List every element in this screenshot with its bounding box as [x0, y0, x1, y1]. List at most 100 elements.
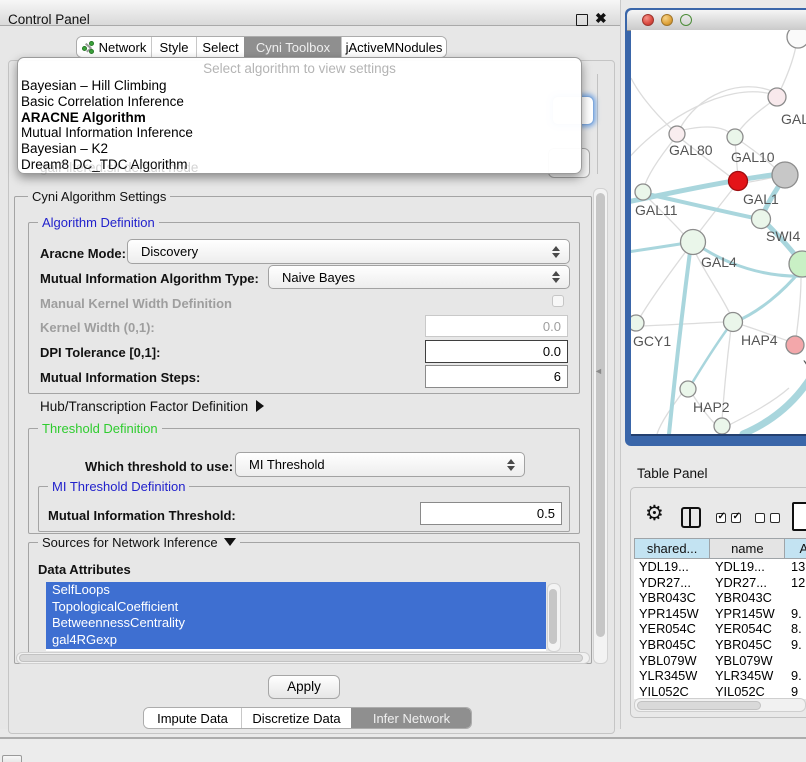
- close-traffic-light-icon[interactable]: [642, 14, 654, 26]
- gear-icon[interactable]: ⚙: [645, 503, 664, 524]
- table-panel-title: Table Panel: [637, 466, 708, 481]
- attributes-scrollbar-thumb[interactable]: [549, 589, 557, 644]
- table-row[interactable]: YIL052CYIL052C9: [634, 684, 806, 699]
- mi-type-label: Mutual Information Algorithm Type:: [40, 271, 259, 286]
- hide-columns-button[interactable]: [755, 513, 780, 523]
- minimize-traffic-light-icon[interactable]: [661, 14, 673, 26]
- network-node[interactable]: [772, 162, 798, 188]
- bottom-tab-infer-network[interactable]: Infer Network: [351, 708, 471, 728]
- control-panel-titlebar[interactable]: [0, 0, 620, 26]
- table-cell: YBR043C: [634, 590, 710, 606]
- network-canvas[interactable]: GALGAL80GAL10GAL1GAL11SWI4GAL4GCY1HAP4YH…: [631, 30, 806, 434]
- manual-kernel-checkbox[interactable]: [552, 295, 564, 307]
- control-panel-tabs: NetworkStyle Select Cyni ToolboxjActiveMNo…: [76, 36, 447, 58]
- table-cell: YER054C: [634, 621, 710, 637]
- table-row[interactable]: YBL079WYBL079W: [634, 653, 806, 669]
- dropdown-placeholder: Select algorithm to view settings: [18, 61, 581, 76]
- tab-style[interactable]: Style: [151, 37, 196, 57]
- tab-jactivemnodules[interactable]: jActiveMNodules: [341, 37, 446, 57]
- unchecked-box-icon: [755, 513, 765, 523]
- threshold-definition-title: Threshold Definition: [38, 421, 162, 436]
- document-icon[interactable]: [792, 502, 806, 531]
- tab-label: Discretize Data: [252, 711, 340, 726]
- attribute-list-item[interactable]: SelfLoops: [46, 582, 546, 599]
- network-node-gal4[interactable]: [681, 230, 706, 255]
- algorithm-dropdown-popup: Select algorithm to view settings Bayesi…: [17, 57, 582, 174]
- table-row[interactable]: YBR043CYBR043C: [634, 590, 806, 606]
- tab-label: Select: [202, 40, 238, 55]
- tab-cyni-toolbox[interactable]: Cyni Toolbox: [244, 37, 341, 57]
- mi-steps-field[interactable]: 6: [425, 365, 568, 388]
- table-horizontal-scrollbar[interactable]: [634, 698, 806, 712]
- dpi-tolerance-field[interactable]: 0.0: [425, 340, 568, 363]
- tab-network[interactable]: Network: [77, 37, 151, 57]
- column-header-a[interactable]: A: [785, 539, 806, 558]
- algorithm-option[interactable]: Bayesian – Hill Climbing: [21, 78, 571, 94]
- bottom-tab-impute-data[interactable]: Impute Data: [144, 708, 241, 728]
- aracne-mode-value: Discovery: [128, 244, 198, 259]
- settings-scrollbar-thumb[interactable]: [596, 193, 605, 637]
- table-cell: YBL079W: [634, 653, 710, 669]
- which-threshold-value: MI Threshold: [236, 457, 325, 472]
- table-scrollbar-thumb[interactable]: [637, 701, 761, 710]
- table-row[interactable]: YPR145WYPR145W9.: [634, 606, 806, 622]
- split-columns-icon[interactable]: [681, 507, 701, 528]
- table-row[interactable]: YLR345WYLR345W9.: [634, 668, 806, 684]
- network-node-hap4[interactable]: [724, 313, 743, 332]
- network-node-label: GAL4: [701, 254, 737, 270]
- network-node-gcy1[interactable]: [631, 315, 644, 331]
- apply-button[interactable]: Apply: [268, 675, 340, 699]
- algorithm-option[interactable]: Basic Correlation Inference: [21, 94, 571, 110]
- network-node-swi4[interactable]: [752, 210, 771, 229]
- attributes-list-scrollbar[interactable]: [547, 583, 561, 652]
- table-row[interactable]: YDL19...YDL19...13: [634, 559, 806, 575]
- hub-definition-toggle[interactable]: Hub/Transcription Factor Definition: [40, 399, 264, 414]
- network-node-gal10[interactable]: [727, 129, 743, 145]
- network-node-y[interactable]: [786, 336, 804, 354]
- data-attributes-list[interactable]: SelfLoopsTopologicalCoefficientBetweenne…: [46, 582, 546, 651]
- network-node-gal1[interactable]: [729, 172, 748, 191]
- float-window-icon[interactable]: [576, 14, 588, 26]
- network-node[interactable]: [787, 30, 806, 48]
- tab-select[interactable]: Select: [196, 37, 244, 57]
- network-node-gal[interactable]: [768, 88, 786, 106]
- checked-box-icon: [731, 513, 741, 523]
- network-node[interactable]: [789, 251, 806, 277]
- sources-title-row[interactable]: Sources for Network Inference: [38, 535, 240, 550]
- aracne-mode-combo[interactable]: Discovery: [127, 239, 570, 264]
- table-row[interactable]: YBR045CYBR045C9.: [634, 637, 806, 653]
- show-selected-columns-button[interactable]: [716, 513, 741, 523]
- bottom-tab-discretize-data[interactable]: Discretize Data: [241, 708, 351, 728]
- mi-type-combo[interactable]: Naive Bayes: [268, 265, 570, 289]
- collapsed-panel-button[interactable]: [2, 755, 22, 762]
- network-node-gal80[interactable]: [669, 126, 685, 142]
- zoom-traffic-light-icon[interactable]: [680, 14, 692, 26]
- column-header-shared[interactable]: shared...: [635, 539, 710, 558]
- algorithm-option[interactable]: Mutual Information Inference: [21, 125, 571, 141]
- table-cell: YLR345W: [634, 668, 710, 684]
- network-node-gal11[interactable]: [635, 184, 651, 200]
- table-row[interactable]: YER054CYER054C8.: [634, 621, 806, 637]
- network-node-hap2[interactable]: [680, 381, 696, 397]
- network-edge-highlighted: [669, 244, 691, 434]
- attribute-list-item[interactable]: BetweennessCentrality: [46, 615, 546, 632]
- settings-horizontal-scrollbar[interactable]: [16, 652, 590, 664]
- attribute-list-item[interactable]: gal4RGexp: [46, 632, 546, 649]
- settings-vertical-scrollbar[interactable]: [593, 188, 608, 664]
- table-cell: 9.: [786, 637, 806, 653]
- attribute-list-item[interactable]: TopologicalCoefficient: [46, 599, 546, 616]
- close-icon[interactable]: ✖: [595, 10, 607, 27]
- table-row[interactable]: YDR27...YDR27...12: [634, 575, 806, 591]
- algorithm-option[interactable]: ARACNE Algorithm: [21, 110, 571, 126]
- network-edge: [796, 278, 801, 338]
- algorithm-option[interactable]: Bayesian – K2: [21, 141, 571, 157]
- kernel-width-field[interactable]: 0.0: [425, 315, 568, 337]
- which-threshold-combo[interactable]: MI Threshold: [235, 452, 525, 477]
- horizontal-scrollbar-thumb[interactable]: [19, 654, 583, 662]
- mi-threshold-field[interactable]: 0.5: [420, 502, 562, 525]
- expanded-arrow-icon: [224, 538, 236, 546]
- mi-type-value: Naive Bayes: [269, 270, 355, 285]
- column-header-name[interactable]: name: [710, 539, 785, 558]
- network-edge-highlighted: [743, 380, 806, 434]
- network-node[interactable]: [714, 418, 730, 434]
